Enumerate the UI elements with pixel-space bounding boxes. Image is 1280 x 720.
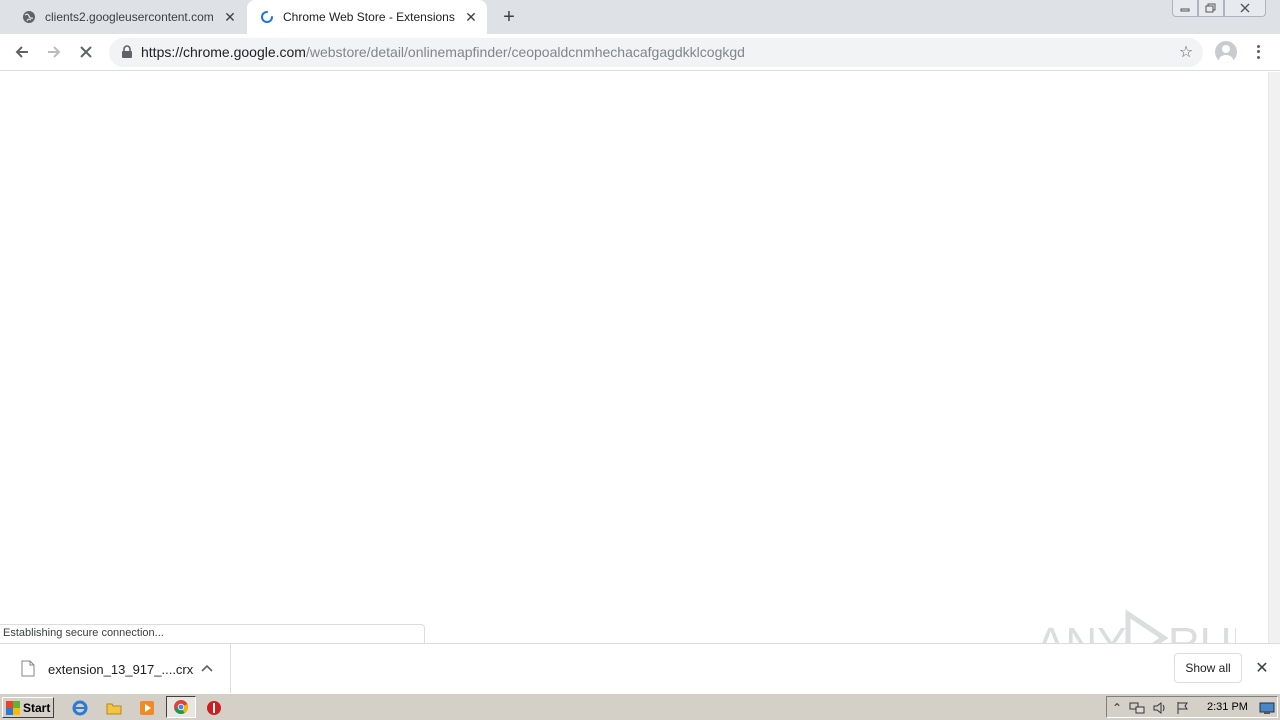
close-tab-icon[interactable]: ✕ [463,9,479,25]
chrome-taskbar-icon[interactable] [166,696,196,718]
tab-strip: clients2.googleusercontent.com ✕ Chrome … [0,0,1280,34]
file-icon [21,660,35,677]
lock-icon [122,45,132,58]
volume-icon[interactable] [1152,700,1168,716]
download-shelf: extension_13_917_....crx Show all ✕ [0,643,1280,694]
tab-title: Chrome Web Store - Extensions [283,10,455,24]
security-shield-icon[interactable] [204,698,224,718]
chevron-up-icon[interactable] [199,660,215,676]
system-tray: ⌃ 2:31 PM [1106,696,1278,718]
chrome-menu-button[interactable] [1249,42,1267,62]
vertical-scrollbar[interactable] [1268,72,1280,643]
forward-arrow-icon [48,46,61,58]
download-filename: extension_13_917_....crx [48,662,194,677]
windows-flag-icon [6,700,20,715]
stop-icon [80,46,92,58]
new-tab-button[interactable]: + [498,6,520,28]
forward-button[interactable] [41,39,67,65]
bookmark-star-icon[interactable]: ☆ [1177,43,1195,61]
close-tab-icon[interactable]: ✕ [222,9,238,25]
address-bar[interactable]: https://chrome.google.com/webstore/detai… [109,38,1203,67]
tab-clients2[interactable]: clients2.googleusercontent.com ✕ [8,0,246,34]
browser-toolbar: https://chrome.google.com/webstore/detai… [0,34,1280,71]
taskbar: Start ⌃ 2:31 PM [0,693,1280,720]
restore-button[interactable] [1198,0,1224,17]
action-center-flag-icon[interactable] [1175,700,1191,716]
url-text: https://chrome.google.com/webstore/detai… [141,44,745,60]
profile-avatar[interactable] [1215,41,1237,63]
start-button[interactable]: Start [2,697,54,718]
back-arrow-icon [15,46,28,58]
show-all-button[interactable]: Show all [1174,653,1242,683]
minimize-button[interactable] [1172,0,1198,17]
back-button[interactable] [9,39,35,65]
network-icon[interactable] [1129,700,1145,716]
person-icon [1219,45,1233,63]
download-item[interactable]: extension_13_917_....crx [0,644,231,694]
taskbar-clock[interactable]: 2:31 PM [1207,701,1248,713]
loading-spinner-icon [259,9,275,25]
stop-loading-button[interactable] [73,39,99,65]
tray-expand-icon[interactable]: ⌃ [1109,700,1125,716]
media-player-icon[interactable] [137,698,157,718]
tab-title: clients2.googleusercontent.com [45,10,214,24]
internet-explorer-icon[interactable] [70,698,90,718]
start-label: Start [23,700,51,715]
window-controls [1172,0,1266,18]
status-bubble: Establishing secure connection... [0,624,425,643]
show-desktop-icon[interactable] [1259,700,1275,716]
folder-icon[interactable] [104,698,124,718]
tab-chrome-web-store[interactable]: Chrome Web Store - Extensions ✕ [247,0,487,34]
page-content [0,72,1268,643]
window-close-button[interactable] [1224,0,1266,17]
globe-icon [21,9,37,25]
close-shelf-icon[interactable]: ✕ [1253,659,1271,677]
